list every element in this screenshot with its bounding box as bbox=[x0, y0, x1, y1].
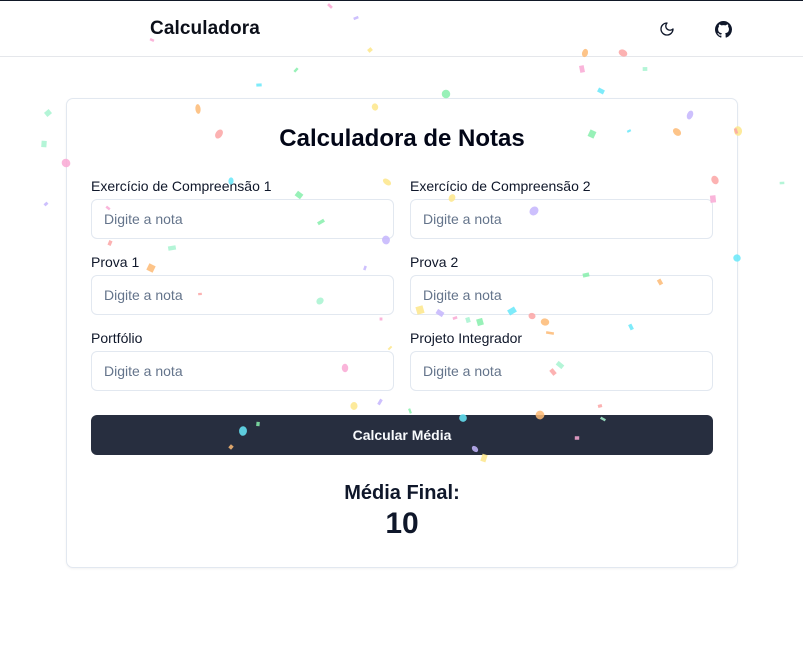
label-exercicio-2: Exercício de Compreensão 2 bbox=[410, 178, 591, 194]
confetti-piece bbox=[41, 140, 47, 148]
label-prova-1: Prova 1 bbox=[91, 254, 140, 270]
label-exercicio-1: Exercício de Compreensão 1 bbox=[91, 178, 272, 194]
label-portfolio: Portfólio bbox=[91, 330, 143, 346]
label-prova-2: Prova 2 bbox=[410, 254, 459, 270]
label-projeto-integrador: Projeto Integrador bbox=[410, 330, 523, 346]
final-average-label: Média Final: bbox=[344, 482, 460, 504]
top-navbar: Calculadora bbox=[0, 1, 803, 57]
github-icon bbox=[714, 20, 732, 38]
input-exercicio-2[interactable] bbox=[410, 199, 713, 239]
final-average-value: 10 bbox=[385, 507, 419, 540]
input-prova-1[interactable] bbox=[91, 275, 394, 315]
confetti-piece bbox=[293, 67, 299, 73]
app-title: Calculadora bbox=[150, 18, 260, 39]
confetti-piece bbox=[579, 65, 585, 73]
confetti-piece bbox=[779, 181, 785, 185]
grade-calculator-card: Calculadora de Notas Exercício de Compre… bbox=[66, 98, 738, 568]
github-link-button[interactable] bbox=[709, 15, 737, 43]
confetti-piece bbox=[43, 109, 53, 117]
input-projeto-integrador[interactable] bbox=[410, 351, 713, 391]
confetti-piece bbox=[43, 201, 49, 207]
confetti-piece bbox=[597, 87, 605, 95]
card-title: Calculadora de Notas bbox=[279, 125, 525, 152]
input-exercicio-1[interactable] bbox=[91, 199, 394, 239]
input-portfolio[interactable] bbox=[91, 351, 394, 391]
confetti-piece bbox=[642, 66, 648, 72]
moon-icon bbox=[660, 22, 674, 36]
calculate-average-button[interactable]: Calcular Média bbox=[91, 415, 713, 455]
input-prova-2[interactable] bbox=[410, 275, 713, 315]
theme-toggle-button[interactable] bbox=[653, 15, 681, 43]
confetti-piece bbox=[256, 83, 262, 87]
